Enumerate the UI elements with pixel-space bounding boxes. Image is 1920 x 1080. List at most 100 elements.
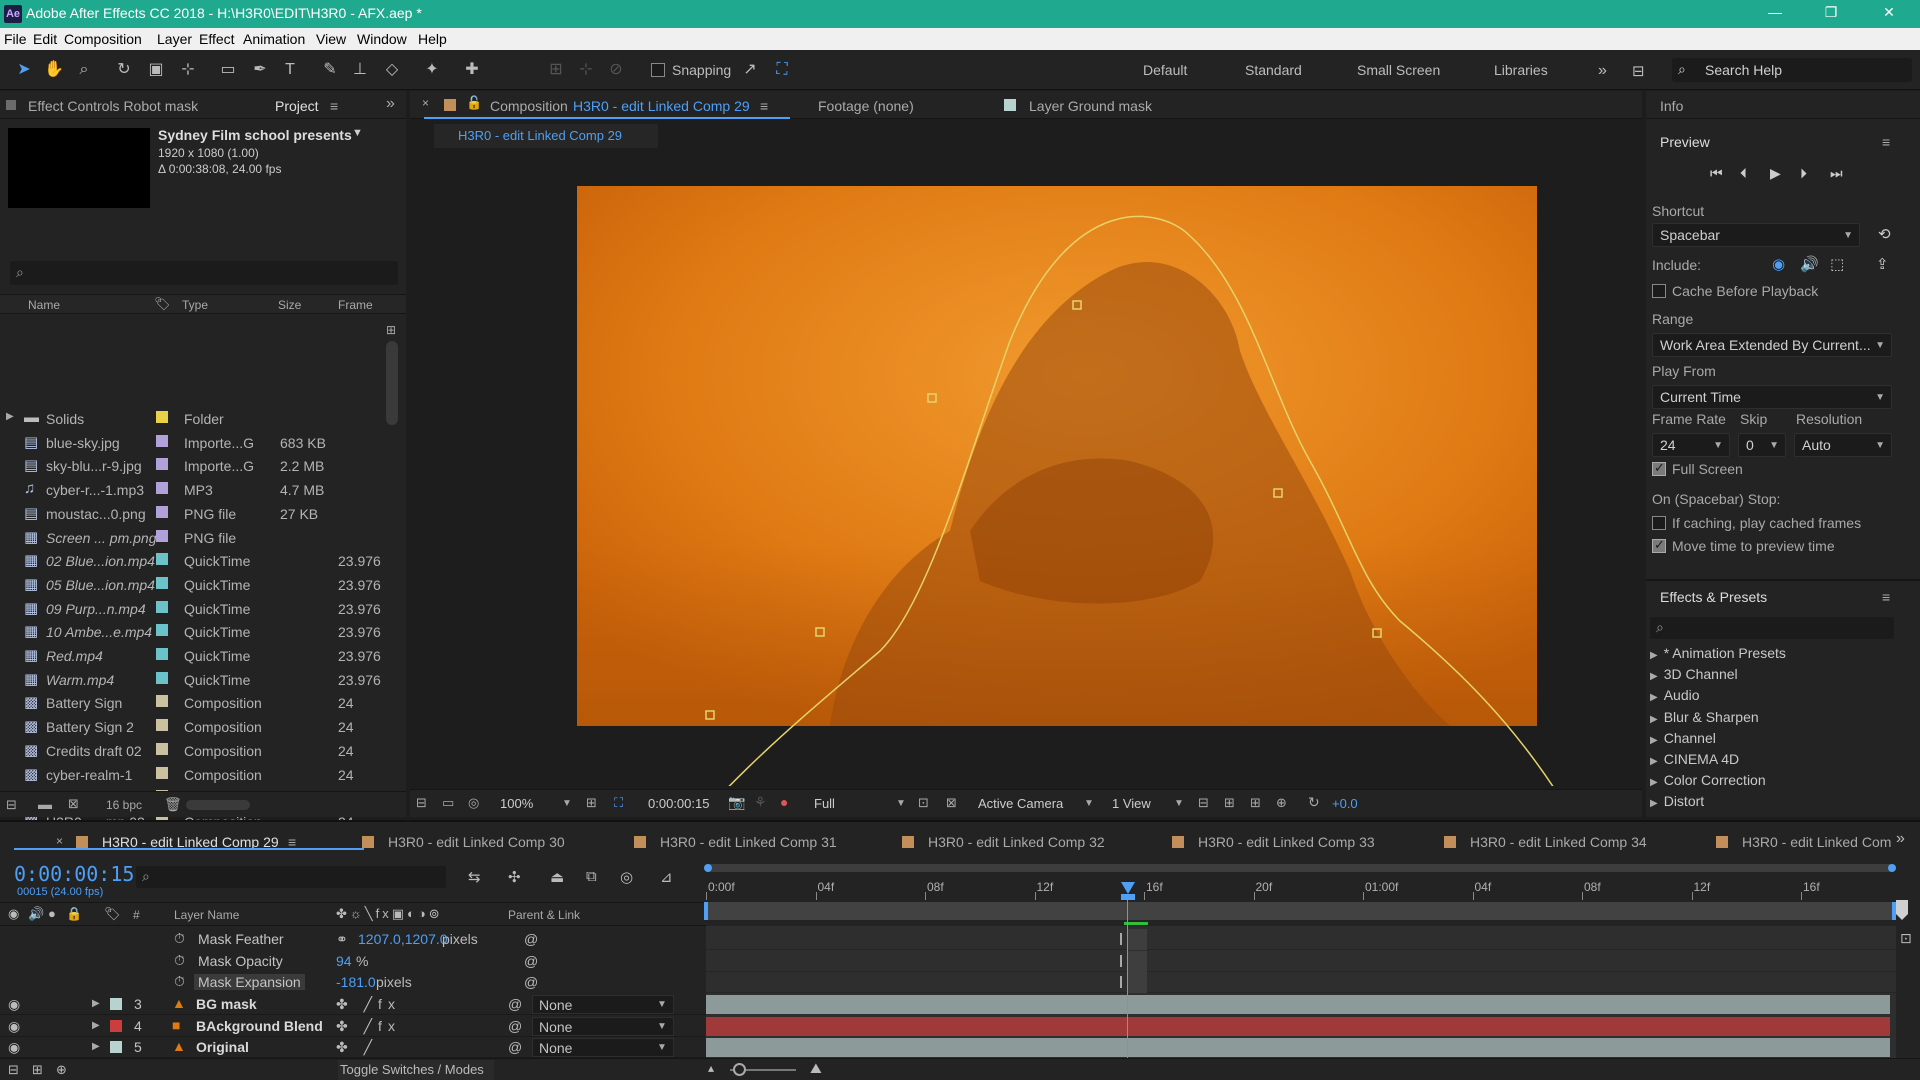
label-color-chip-icon[interactable]: [156, 671, 168, 684]
viewer-timecode[interactable]: 0:00:00:15: [648, 796, 709, 811]
zoom-in-icon[interactable]: ⛰: [810, 1060, 822, 1077]
effects-category[interactable]: ▶ Channel: [1650, 730, 1716, 746]
layer-label-chip-icon[interactable]: [110, 998, 122, 1010]
always-preview-icon[interactable]: ⊟: [416, 795, 427, 811]
parent-dropdown[interactable]: None ▼: [532, 1016, 674, 1036]
project-item-row[interactable]: ▩ Credits draft 02 Composition 24: [0, 739, 400, 763]
comp-panel-menu-icon[interactable]: ≡: [760, 98, 768, 114]
project-item-row[interactable]: ▩ Battery Sign 2 Composition 24: [0, 715, 400, 739]
range-dropdown[interactable]: Work Area Extended By Current... ▼: [1652, 333, 1892, 357]
toggle-pixel-aspect-icon[interactable]: ⊟: [1198, 795, 1209, 811]
cache-before-playback-checkbox[interactable]: [1652, 284, 1666, 298]
layer-row[interactable]: ◉ ▶ 5 ▲ Original ✤ ╱ @ None ▼: [0, 1037, 706, 1058]
graph-editor-icon[interactable]: ⊿: [660, 868, 673, 886]
mask-property-value[interactable]: 94: [336, 953, 352, 969]
project-item-row[interactable]: ▦ Red.mp4 QuickTime 23.976: [0, 644, 400, 668]
snapshot-icon[interactable]: 📷: [728, 794, 745, 811]
layer-switches-icon[interactable]: ✤ ╱fx: [336, 1018, 401, 1035]
project-item-row[interactable]: ▤ blue-sky.jpg Importe...G 683 KB: [0, 431, 400, 455]
project-item-row[interactable]: ▩ Battery Sign Composition 24: [0, 691, 400, 715]
region-of-interest-icon[interactable]: ⊡: [918, 795, 929, 811]
label-color-chip-icon[interactable]: [156, 411, 168, 423]
disclosure-triangle-icon[interactable]: ▶: [92, 998, 100, 1009]
new-folder-icon[interactable]: ▬: [38, 796, 52, 812]
work-area-bar[interactable]: [704, 864, 1896, 872]
keyframe-marker[interactable]: [1120, 933, 1122, 945]
timeline-tab[interactable]: H3R0 - edit Linked Com: [1742, 834, 1891, 850]
effects-category[interactable]: ▶ Distort: [1650, 793, 1704, 809]
close-tab-icon[interactable]: ×: [422, 96, 429, 110]
workspace-libraries[interactable]: Libraries: [1494, 62, 1548, 78]
label-color-chip-icon[interactable]: [156, 576, 168, 589]
show-snapshot-icon[interactable]: ⚘: [754, 794, 767, 811]
previous-frame-icon[interactable]: ⏴: [1740, 165, 1747, 182]
tab-layer[interactable]: Layer Ground mask: [1029, 98, 1152, 114]
effects-category[interactable]: ▶ Audio: [1650, 687, 1700, 703]
local-axis-icon[interactable]: ⊞: [544, 58, 568, 82]
work-area-end-handle[interactable]: [1888, 864, 1896, 872]
layer-switches-icon[interactable]: ✤ ╱fx: [336, 996, 401, 1013]
keyframe-marker[interactable]: [1120, 976, 1122, 988]
label-color-chip-icon[interactable]: [156, 648, 168, 660]
zoom-value[interactable]: 100%: [500, 796, 533, 811]
project-scrollbar[interactable]: [386, 341, 398, 425]
stopwatch-icon[interactable]: ⏱: [174, 973, 185, 990]
exposure-value[interactable]: +0.0: [1332, 796, 1358, 811]
parent-dropdown[interactable]: None ▼: [532, 995, 674, 1014]
mask-property-value[interactable]: -181.0: [336, 974, 376, 990]
fast-previews-icon[interactable]: ⊞: [1224, 795, 1235, 811]
more-tabs-icon[interactable]: »: [1896, 830, 1905, 848]
roto-brush-tool-icon[interactable]: ✦: [420, 58, 444, 82]
tab-composition-name[interactable]: H3R0 - edit Linked Comp 29: [573, 98, 750, 114]
col-layer-name[interactable]: Layer Name: [174, 908, 239, 922]
pick-whip-icon[interactable]: @: [524, 974, 538, 990]
playhead-head[interactable]: [1121, 894, 1135, 900]
work-area-start-handle[interactable]: [704, 864, 712, 872]
comp-breadcrumb[interactable]: H3R0 - edit Linked Comp 29: [434, 124, 658, 148]
label-color-chip-icon[interactable]: [156, 458, 168, 471]
layer-label-chip-icon[interactable]: [110, 1019, 122, 1032]
disclosure-triangle-icon[interactable]: ▶: [1650, 756, 1658, 767]
menu-edit[interactable]: Edit: [33, 31, 57, 47]
stopwatch-icon[interactable]: ⏱: [174, 952, 185, 969]
menu-animation[interactable]: Animation: [243, 31, 305, 47]
project-item-row[interactable]: ▤ sky-blu...r-9.jpg Importe...G 2.2 MB: [0, 454, 400, 478]
layer-switches-icon[interactable]: ⊟: [8, 1062, 19, 1078]
world-axis-icon[interactable]: ⊹: [574, 58, 598, 82]
pen-tool-icon[interactable]: ✒: [248, 58, 272, 82]
constrain-proportions-icon[interactable]: ⚭: [336, 931, 348, 948]
pick-whip-icon[interactable]: @: [508, 996, 522, 1012]
comp-marker-bin-icon[interactable]: ⊡: [1900, 930, 1912, 947]
playhead-handle[interactable]: [1121, 882, 1135, 894]
expand-panels-icon[interactable]: »: [386, 95, 395, 113]
parent-dropdown[interactable]: None ▼: [532, 1038, 674, 1057]
mask-property-row[interactable]: ⏱ Mask Feather ⚭ 1207.0,1207.0 pixels @: [0, 929, 706, 950]
project-search-input[interactable]: ⌕: [10, 261, 398, 285]
hand-tool-icon[interactable]: ✋: [42, 58, 66, 82]
timeline-tab[interactable]: H3R0 - edit Linked Comp 34: [1470, 834, 1647, 850]
col-size[interactable]: Size: [278, 298, 301, 312]
project-item-row[interactable]: ▶ ▬ Solids Folder: [0, 407, 400, 431]
lock-switch-icon[interactable]: 🔒: [66, 906, 82, 922]
effects-category[interactable]: ▶ * Animation Presets: [1650, 645, 1786, 661]
col-parent-link[interactable]: Parent & Link: [508, 908, 580, 922]
timeline-tab[interactable]: H3R0 - edit Linked Comp 30: [388, 834, 565, 850]
selection-tool-icon[interactable]: ➤: [12, 58, 36, 82]
zoom-dropdown-icon[interactable]: ▼: [562, 798, 572, 809]
zoom-slider-handle[interactable]: [733, 1063, 746, 1076]
eye-icon[interactable]: ◉: [8, 1039, 20, 1056]
views-dropdown-icon[interactable]: ▼: [1174, 798, 1184, 809]
label-color-chip-icon[interactable]: [156, 624, 168, 637]
flowchart-icon[interactable]: ⊕: [1276, 795, 1287, 811]
mask-property-value[interactable]: 1207.0,1207.0: [358, 931, 448, 947]
timeline-tab[interactable]: H3R0 - edit Linked Comp 31: [660, 834, 837, 850]
breadcrumb-comp-name[interactable]: H3R0 - edit Linked Comp 29: [458, 128, 622, 143]
eye-icon[interactable]: ◉: [8, 996, 20, 1013]
timeline-tab[interactable]: H3R0 - edit Linked Comp 32: [928, 834, 1105, 850]
pick-whip-icon[interactable]: @: [508, 1018, 522, 1034]
resolution-dropdown-icon[interactable]: ▼: [896, 798, 906, 809]
layer-name[interactable]: BAckground Blend: [196, 1018, 323, 1034]
label-color-chip-icon[interactable]: [156, 505, 168, 518]
bit-depth-label[interactable]: 16 bpc: [106, 798, 142, 812]
col-name[interactable]: Name: [28, 298, 60, 312]
